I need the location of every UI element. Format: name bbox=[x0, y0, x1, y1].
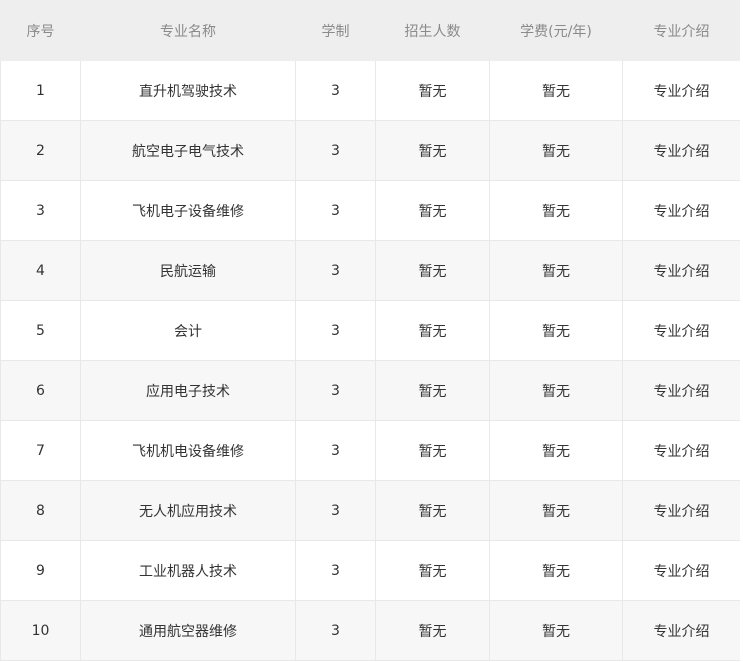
row-tuition: 暂无 bbox=[489, 120, 623, 181]
row-index: 8 bbox=[0, 480, 81, 541]
row-tuition: 暂无 bbox=[489, 60, 623, 121]
row-index: 2 bbox=[0, 120, 81, 181]
major-intro-link[interactable]: 专业介绍 bbox=[654, 504, 710, 520]
row-duration: 3 bbox=[295, 480, 376, 541]
row-intro-cell: 专业介绍 bbox=[622, 480, 740, 541]
row-index: 5 bbox=[0, 300, 81, 361]
row-index: 4 bbox=[0, 240, 81, 301]
major-intro-link[interactable]: 专业介绍 bbox=[654, 84, 710, 100]
row-duration: 3 bbox=[295, 360, 376, 421]
table-row: 2 航空电子电气技术 3 暂无 暂无 专业介绍 bbox=[0, 120, 740, 181]
major-intro-link[interactable]: 专业介绍 bbox=[654, 264, 710, 280]
header-row: 序号 专业名称 学制 招生人数 学费(元/年) 专业介绍 bbox=[0, 0, 740, 61]
row-duration: 3 bbox=[295, 120, 376, 181]
row-enrollment: 暂无 bbox=[375, 60, 490, 121]
table-row: 4 民航运输 3 暂无 暂无 专业介绍 bbox=[0, 240, 740, 301]
major-intro-link[interactable]: 专业介绍 bbox=[654, 384, 710, 400]
row-intro-cell: 专业介绍 bbox=[622, 300, 740, 361]
row-intro-cell: 专业介绍 bbox=[622, 540, 740, 601]
row-enrollment: 暂无 bbox=[375, 540, 490, 601]
row-enrollment: 暂无 bbox=[375, 120, 490, 181]
major-intro-link[interactable]: 专业介绍 bbox=[654, 444, 710, 460]
row-intro-cell: 专业介绍 bbox=[622, 180, 740, 241]
table-row: 1 直升机驾驶技术 3 暂无 暂无 专业介绍 bbox=[0, 60, 740, 121]
row-intro-cell: 专业介绍 bbox=[622, 240, 740, 301]
major-intro-link[interactable]: 专业介绍 bbox=[654, 204, 710, 220]
row-major-name: 会计 bbox=[80, 300, 296, 361]
majors-table-container: 序号 专业名称 学制 招生人数 学费(元/年) 专业介绍 1 直升机驾驶技术 3… bbox=[0, 0, 740, 662]
row-intro-cell: 专业介绍 bbox=[622, 120, 740, 181]
row-major-name: 直升机驾驶技术 bbox=[80, 60, 296, 121]
header-index: 序号 bbox=[0, 0, 81, 61]
header-enrollment: 招生人数 bbox=[375, 0, 490, 61]
major-intro-link[interactable]: 专业介绍 bbox=[654, 324, 710, 340]
table-header: 序号 专业名称 学制 招生人数 学费(元/年) 专业介绍 bbox=[0, 0, 740, 61]
row-index: 10 bbox=[0, 600, 81, 661]
row-tuition: 暂无 bbox=[489, 540, 623, 601]
row-major-name: 应用电子技术 bbox=[80, 360, 296, 421]
row-tuition: 暂无 bbox=[489, 480, 623, 541]
row-duration: 3 bbox=[295, 300, 376, 361]
row-enrollment: 暂无 bbox=[375, 420, 490, 481]
row-tuition: 暂无 bbox=[489, 240, 623, 301]
row-duration: 3 bbox=[295, 600, 376, 661]
row-major-name: 无人机应用技术 bbox=[80, 480, 296, 541]
row-duration: 3 bbox=[295, 60, 376, 121]
row-enrollment: 暂无 bbox=[375, 180, 490, 241]
row-intro-cell: 专业介绍 bbox=[622, 360, 740, 421]
header-intro: 专业介绍 bbox=[622, 0, 740, 61]
major-intro-link[interactable]: 专业介绍 bbox=[654, 144, 710, 160]
table-row: 7 飞机机电设备维修 3 暂无 暂无 专业介绍 bbox=[0, 420, 740, 481]
row-intro-cell: 专业介绍 bbox=[622, 60, 740, 121]
row-index: 1 bbox=[0, 60, 81, 121]
row-enrollment: 暂无 bbox=[375, 360, 490, 421]
row-index: 7 bbox=[0, 420, 81, 481]
major-intro-link[interactable]: 专业介绍 bbox=[654, 564, 710, 580]
majors-table: 序号 专业名称 学制 招生人数 学费(元/年) 专业介绍 1 直升机驾驶技术 3… bbox=[0, 0, 740, 661]
row-major-name: 工业机器人技术 bbox=[80, 540, 296, 601]
row-intro-cell: 专业介绍 bbox=[622, 600, 740, 661]
table-row: 9 工业机器人技术 3 暂无 暂无 专业介绍 bbox=[0, 540, 740, 601]
table-row: 8 无人机应用技术 3 暂无 暂无 专业介绍 bbox=[0, 480, 740, 541]
row-duration: 3 bbox=[295, 540, 376, 601]
row-enrollment: 暂无 bbox=[375, 600, 490, 661]
row-index: 6 bbox=[0, 360, 81, 421]
row-intro-cell: 专业介绍 bbox=[622, 420, 740, 481]
row-tuition: 暂无 bbox=[489, 180, 623, 241]
row-enrollment: 暂无 bbox=[375, 480, 490, 541]
row-index: 3 bbox=[0, 180, 81, 241]
row-duration: 3 bbox=[295, 180, 376, 241]
row-tuition: 暂无 bbox=[489, 360, 623, 421]
row-major-name: 航空电子电气技术 bbox=[80, 120, 296, 181]
header-major-name: 专业名称 bbox=[80, 0, 296, 61]
table-row: 6 应用电子技术 3 暂无 暂无 专业介绍 bbox=[0, 360, 740, 421]
row-index: 9 bbox=[0, 540, 81, 601]
table-body: 1 直升机驾驶技术 3 暂无 暂无 专业介绍 2 航空电子电气技术 3 暂无 暂… bbox=[0, 60, 740, 661]
major-intro-link[interactable]: 专业介绍 bbox=[654, 624, 710, 640]
row-major-name: 通用航空器维修 bbox=[80, 600, 296, 661]
row-enrollment: 暂无 bbox=[375, 240, 490, 301]
header-tuition: 学费(元/年) bbox=[489, 0, 623, 61]
row-enrollment: 暂无 bbox=[375, 300, 490, 361]
row-tuition: 暂无 bbox=[489, 600, 623, 661]
row-major-name: 飞机机电设备维修 bbox=[80, 420, 296, 481]
table-row: 3 飞机电子设备维修 3 暂无 暂无 专业介绍 bbox=[0, 180, 740, 241]
table-row: 5 会计 3 暂无 暂无 专业介绍 bbox=[0, 300, 740, 361]
header-duration: 学制 bbox=[295, 0, 376, 61]
row-major-name: 飞机电子设备维修 bbox=[80, 180, 296, 241]
row-major-name: 民航运输 bbox=[80, 240, 296, 301]
table-row: 10 通用航空器维修 3 暂无 暂无 专业介绍 bbox=[0, 600, 740, 661]
row-duration: 3 bbox=[295, 420, 376, 481]
row-tuition: 暂无 bbox=[489, 420, 623, 481]
row-duration: 3 bbox=[295, 240, 376, 301]
row-tuition: 暂无 bbox=[489, 300, 623, 361]
